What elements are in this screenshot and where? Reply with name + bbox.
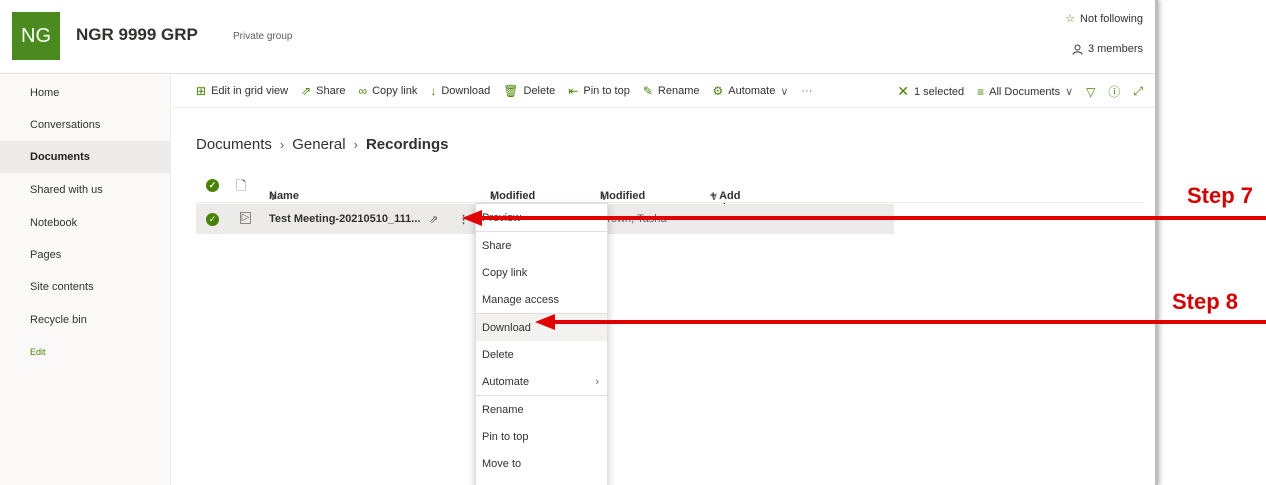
nav-item-documents[interactable]: Documents: [0, 141, 171, 173]
rename-icon: ✎: [642, 84, 653, 98]
trash-icon: 🗑: [503, 84, 519, 98]
more-button[interactable]: ···: [801, 85, 812, 97]
breadcrumb-documents[interactable]: Documents: [196, 136, 272, 153]
rename-label: Rename: [657, 85, 700, 97]
view-icon: ≡: [977, 84, 985, 99]
nav-item-notebook[interactable]: Notebook: [0, 207, 171, 239]
close-icon: ✕: [897, 83, 909, 99]
chevron-right-icon: ›: [279, 137, 285, 152]
share-icon: ⇗: [301, 84, 312, 98]
pin-to-top-label: Pin to top: [583, 85, 630, 97]
list-divider: [196, 202, 1144, 203]
grid-icon: ⊞: [196, 84, 207, 98]
nav-item-site-contents[interactable]: Site contents: [0, 271, 171, 303]
person-icon: [1072, 44, 1083, 55]
automate-label: Automate: [728, 85, 776, 97]
context-menu: Preview Share Copy link Manage access Do…: [475, 203, 608, 485]
follow-button[interactable]: ☆ Not following: [1065, 12, 1143, 26]
step7-label: Step 7: [1187, 183, 1254, 208]
nav-item-recycle-bin[interactable]: Recycle bin: [0, 304, 171, 336]
step8-label: Step 8: [1172, 289, 1239, 314]
members-button[interactable]: 3 members: [1072, 43, 1143, 55]
download-label: Download: [441, 85, 491, 97]
automate-button[interactable]: ⚙ Automate ∨: [712, 84, 788, 98]
rename-button[interactable]: ✎ Rename: [643, 84, 700, 98]
automate-icon: ⚙: [712, 84, 724, 98]
menu-item-share[interactable]: Share: [476, 232, 607, 259]
nav-item-pages[interactable]: Pages: [0, 239, 171, 271]
pin-icon: ⇤: [568, 84, 579, 98]
site-header: NG NGR 9999 GRP Private group ☆ Not foll…: [0, 0, 1155, 74]
file-type-icon: 🗋: [236, 178, 247, 193]
step7-arrowhead: [462, 210, 482, 226]
menu-item-rename[interactable]: Rename: [476, 396, 607, 423]
edit-grid-label: Edit in grid view: [211, 85, 289, 97]
video-file-icon: ▷: [240, 212, 251, 224]
step7-arrow: [478, 216, 1266, 220]
copy-link-button[interactable]: ∞ Copy link: [359, 84, 418, 98]
nav-item-conversations[interactable]: Conversations: [0, 109, 171, 141]
step8-arrow: [552, 320, 1266, 324]
delete-button[interactable]: 🗑 Delete: [503, 84, 555, 98]
more-label: ···: [801, 85, 813, 97]
command-bar: ⊞ Edit in grid view ⇗ Share ∞ Copy link …: [172, 75, 1155, 108]
link-icon: ∞: [358, 84, 368, 98]
sharepoint-window: NG NGR 9999 GRP Private group ☆ Not foll…: [0, 0, 1158, 485]
edit-grid-button[interactable]: ⊞ Edit in grid view: [196, 84, 288, 98]
group-name[interactable]: NGR 9999 GRP: [76, 25, 198, 45]
share-label: Share: [316, 85, 346, 97]
view-label: All Documents: [989, 85, 1061, 98]
share-button[interactable]: ⇗ Share: [301, 84, 345, 98]
menu-item-manage-access[interactable]: Manage access: [476, 286, 607, 313]
expand-button[interactable]: ⤢: [1133, 84, 1143, 99]
chevron-down-icon: ∨: [780, 85, 789, 98]
select-all-checkbox[interactable]: ✓: [206, 179, 219, 192]
breadcrumb: Documents › General › Recordings: [196, 136, 448, 153]
list-header: ✓ 🗋 Name ∨ Modified ∨ Modified By ∨ + Ad…: [196, 170, 896, 214]
info-icon: ⓘ: [1108, 85, 1121, 99]
info-button[interactable]: ⓘ: [1108, 83, 1120, 100]
row-checkbox[interactable]: ✓: [206, 213, 219, 226]
breadcrumb-general[interactable]: General: [292, 136, 345, 153]
menu-item-automate[interactable]: Automate ›: [476, 368, 607, 395]
command-bar-right: ✕ 1 selected ≡ All Documents ∨ ▽ ⓘ ⤢: [897, 75, 1143, 108]
breadcrumb-recordings: Recordings: [365, 136, 449, 153]
menu-item-move-to[interactable]: Move to: [476, 450, 607, 477]
copy-link-label: Copy link: [372, 85, 418, 97]
follow-label: Not following: [1080, 12, 1143, 25]
download-button[interactable]: ↓ Download: [430, 84, 490, 98]
chevron-down-icon: ∨: [1065, 86, 1074, 98]
row-share-icon[interactable]: ⇗: [429, 213, 438, 226]
group-logo[interactable]: NG: [12, 12, 60, 60]
filter-button[interactable]: ▽: [1086, 85, 1095, 99]
menu-item-pin-to-top[interactable]: Pin to top: [476, 423, 607, 450]
menu-item-copy-link[interactable]: Copy link: [476, 259, 607, 286]
menu-item-delete[interactable]: Delete: [476, 341, 607, 368]
pin-to-top-button[interactable]: ⇤ Pin to top: [568, 84, 630, 98]
chevron-right-icon: ›: [353, 137, 358, 152]
view-switcher[interactable]: ≡ All Documents ∨: [977, 85, 1073, 99]
file-name[interactable]: Test Meeting-20210510_111...: [269, 213, 420, 225]
expand-icon: ⤢: [1133, 84, 1143, 98]
menu-item-automate-label: Automate: [482, 375, 530, 388]
group-type-label: Private group: [233, 31, 293, 42]
nav-item-home[interactable]: Home: [0, 77, 171, 109]
clear-selection-button[interactable]: ✕ 1 selected: [897, 83, 964, 100]
step8-arrowhead: [535, 314, 555, 330]
selected-count: 1 selected: [913, 85, 965, 98]
members-label: 3 members: [1087, 43, 1143, 55]
star-icon: ☆: [1065, 13, 1076, 25]
left-navigation: Home Conversations Documents Shared with…: [0, 75, 171, 485]
nav-edit-link[interactable]: Edit: [0, 336, 171, 368]
menu-item-copy-to[interactable]: Copy to: [476, 477, 607, 485]
chevron-right-icon: ›: [595, 375, 599, 388]
nav-item-shared-with-us[interactable]: Shared with us: [0, 174, 171, 206]
delete-label: Delete: [523, 85, 556, 97]
download-icon: ↓: [430, 84, 437, 98]
filter-icon: ▽: [1086, 84, 1096, 99]
